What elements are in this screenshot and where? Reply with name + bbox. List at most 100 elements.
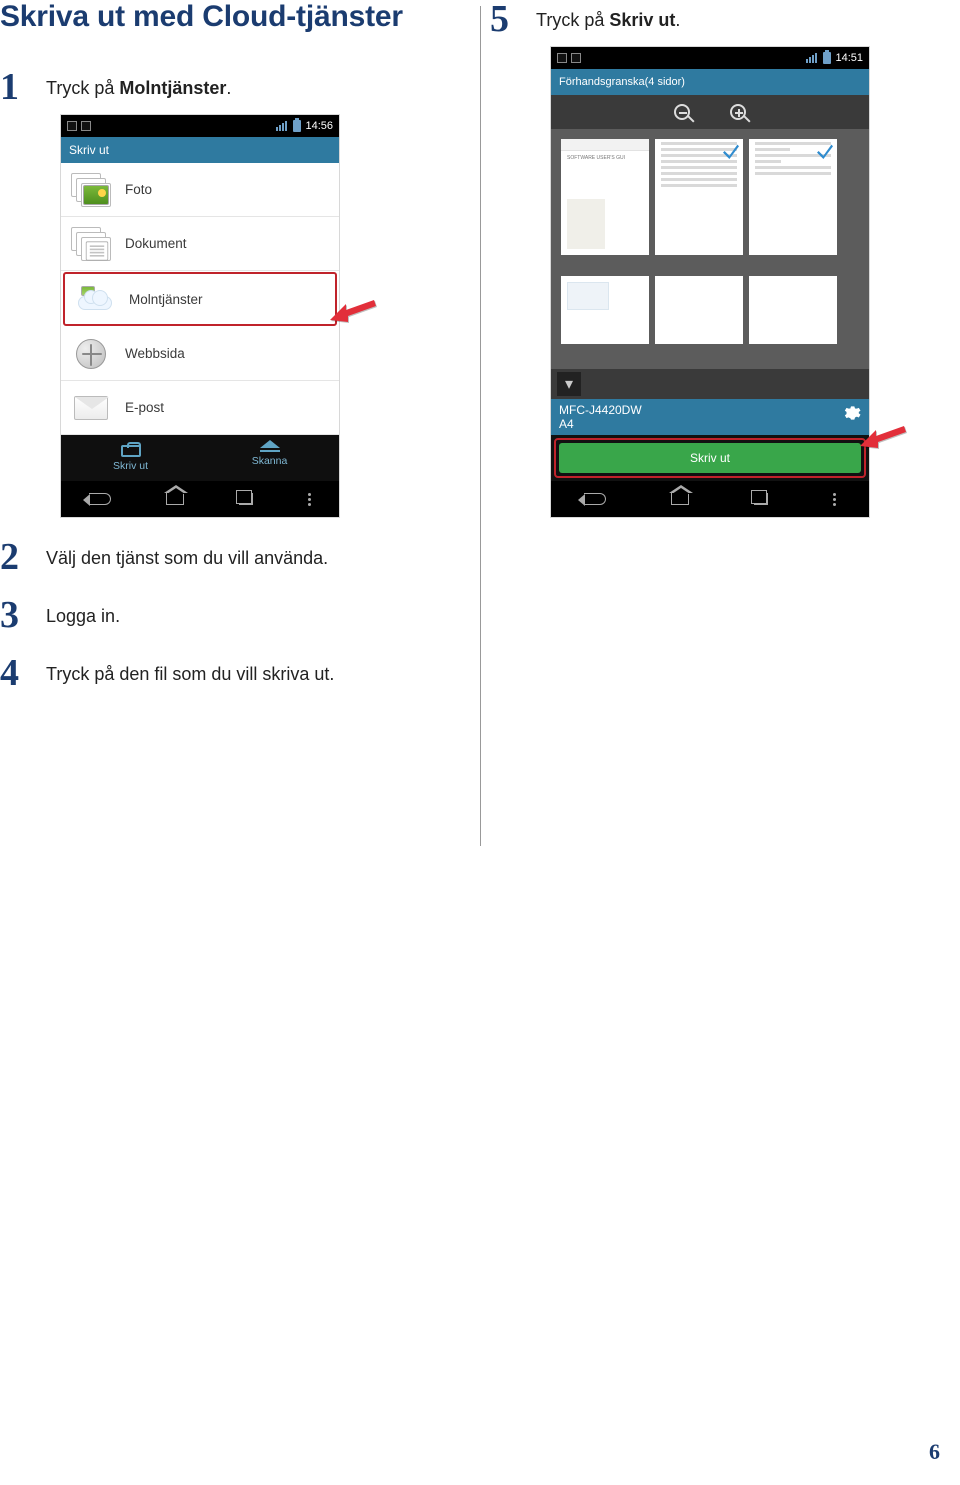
step-text: Tryck på den fil som du vill skriva ut. <box>46 654 334 685</box>
mail-icon <box>71 390 111 426</box>
page-thumbnail[interactable] <box>749 276 837 344</box>
page-thumbnail[interactable] <box>561 276 649 344</box>
nav-back-icon[interactable] <box>584 493 606 505</box>
globe-icon <box>71 336 111 372</box>
step-text: Logga in. <box>46 596 120 627</box>
list-item-molntjanster[interactable]: Molntjänster <box>63 272 337 326</box>
print-button-area: Skriv ut <box>551 435 869 481</box>
printer-model: MFC-J4420DW <box>559 403 642 417</box>
print-icon <box>121 445 141 457</box>
step-text-bold: Skriv ut <box>609 10 675 30</box>
status-left-icons <box>557 53 581 63</box>
nav-menu-icon[interactable] <box>308 493 311 506</box>
step-number: 2 <box>0 538 46 576</box>
step-text: Tryck på Molntjänster. <box>46 68 231 99</box>
paper-size: A4 <box>559 417 642 431</box>
screenshot-2-wrapper: 14:51 Förhandsgranska(4 sidor) SOFTWARE … <box>490 46 960 518</box>
battery-icon <box>293 120 301 132</box>
list-item-label: E-post <box>125 400 164 415</box>
status-icon <box>67 121 77 131</box>
app-bar-title: Förhandsgranska(4 sidor) <box>559 76 685 88</box>
status-time: 14:56 <box>305 120 333 132</box>
app-bar: Förhandsgranska(4 sidor) <box>551 69 869 95</box>
screenshot-1-wrapper: 14:56 Skriv ut Foto Dokument <box>0 114 470 518</box>
scan-icon <box>260 450 280 452</box>
zoom-in-button[interactable] <box>724 100 752 124</box>
tab-label: Skanna <box>252 455 288 467</box>
section-title: Skriva ut med Cloud-tjänster <box>0 0 470 34</box>
nav-back-icon[interactable] <box>89 493 111 505</box>
document-icon <box>71 226 111 262</box>
step-text-prefix: Tryck på <box>46 78 119 98</box>
battery-icon <box>823 52 831 64</box>
screenshot-print-menu: 14:56 Skriv ut Foto Dokument <box>60 114 340 518</box>
step-1: 1 Tryck på Molntjänster. <box>0 68 470 106</box>
list-item-label: Molntjänster <box>129 292 203 307</box>
step-text: Välj den tjänst som du vill använda. <box>46 538 328 569</box>
nav-home-icon[interactable] <box>166 493 184 505</box>
status-right: 14:56 <box>276 120 333 132</box>
page-thumbnail[interactable] <box>749 139 837 255</box>
step-text: Tryck på Skriv ut. <box>536 0 680 31</box>
step-3: 3 Logga in. <box>0 596 470 634</box>
page-thumbnail[interactable] <box>655 139 743 255</box>
printer-bar[interactable]: MFC-J4420DW A4 <box>551 399 869 435</box>
left-column: Skriva ut med Cloud-tjänster 1 Tryck på … <box>0 0 480 698</box>
cloud-icon <box>75 281 115 317</box>
zoom-toolbar <box>551 95 869 129</box>
page-thumbnail[interactable] <box>655 276 743 344</box>
gear-icon[interactable] <box>841 403 861 423</box>
tab-bar: Skriv ut Skanna <box>61 435 339 481</box>
tab-scan[interactable]: Skanna <box>200 435 339 481</box>
list-item-webbsida[interactable]: Webbsida <box>61 327 339 381</box>
status-icon <box>557 53 567 63</box>
print-button-label: Skriv ut <box>690 451 730 465</box>
print-button[interactable]: Skriv ut <box>559 443 861 473</box>
nav-home-icon[interactable] <box>671 493 689 505</box>
list-item-epost[interactable]: E-post <box>61 381 339 435</box>
step-2: 2 Välj den tjänst som du vill använda. <box>0 538 470 576</box>
nav-menu-icon[interactable] <box>833 493 836 506</box>
step-text-prefix: Tryck på <box>536 10 609 30</box>
signal-icon <box>276 121 287 131</box>
list-item-foto[interactable]: Foto <box>61 163 339 217</box>
app-bar-title: Skriv ut <box>69 143 109 157</box>
status-bar: 14:51 <box>551 47 869 69</box>
step-5: 5 Tryck på Skriv ut. <box>490 0 960 38</box>
zoom-out-button[interactable] <box>668 100 696 124</box>
status-icon <box>571 53 581 63</box>
photo-icon <box>71 172 111 208</box>
step-number: 4 <box>0 654 46 692</box>
status-left-icons <box>67 121 91 131</box>
step-number: 1 <box>0 68 46 106</box>
thumbnail-caption: SOFTWARE USER'S GUI <box>561 151 649 165</box>
tab-label: Skriv ut <box>113 460 148 472</box>
screenshot-preview: 14:51 Förhandsgranska(4 sidor) SOFTWARE … <box>550 46 870 518</box>
chevron-down-icon[interactable]: ▾ <box>557 372 581 396</box>
expand-strip: ▾ <box>551 369 869 399</box>
list-item-label: Foto <box>125 182 152 197</box>
status-bar: 14:56 <box>61 115 339 137</box>
step-number: 3 <box>0 596 46 634</box>
tab-print[interactable]: Skriv ut <box>61 435 200 481</box>
android-nav-bar <box>551 481 869 517</box>
status-icon <box>81 121 91 131</box>
android-nav-bar <box>61 481 339 517</box>
menu-list: Foto Dokument Molntjänster Webbsida <box>61 163 339 435</box>
app-bar: Skriv ut <box>61 137 339 163</box>
nav-recent-icon[interactable] <box>239 493 253 505</box>
preview-area: SOFTWARE USER'S GUI <box>551 129 869 369</box>
step-4: 4 Tryck på den fil som du vill skriva ut… <box>0 654 470 692</box>
page-thumbnail[interactable]: SOFTWARE USER'S GUI <box>561 139 649 255</box>
status-right: 14:51 <box>806 52 863 64</box>
column-divider <box>480 6 481 846</box>
list-item-label: Webbsida <box>125 346 185 361</box>
status-time: 14:51 <box>835 52 863 64</box>
signal-icon <box>806 53 817 63</box>
page: Skriva ut med Cloud-tjänster 1 Tryck på … <box>0 0 960 698</box>
print-button-highlight: Skriv ut <box>554 438 866 478</box>
nav-recent-icon[interactable] <box>754 493 768 505</box>
step-text-suffix: . <box>226 78 231 98</box>
right-column: 5 Tryck på Skriv ut. 14:51 Förhandsgra <box>480 0 960 698</box>
list-item-dokument[interactable]: Dokument <box>61 217 339 271</box>
